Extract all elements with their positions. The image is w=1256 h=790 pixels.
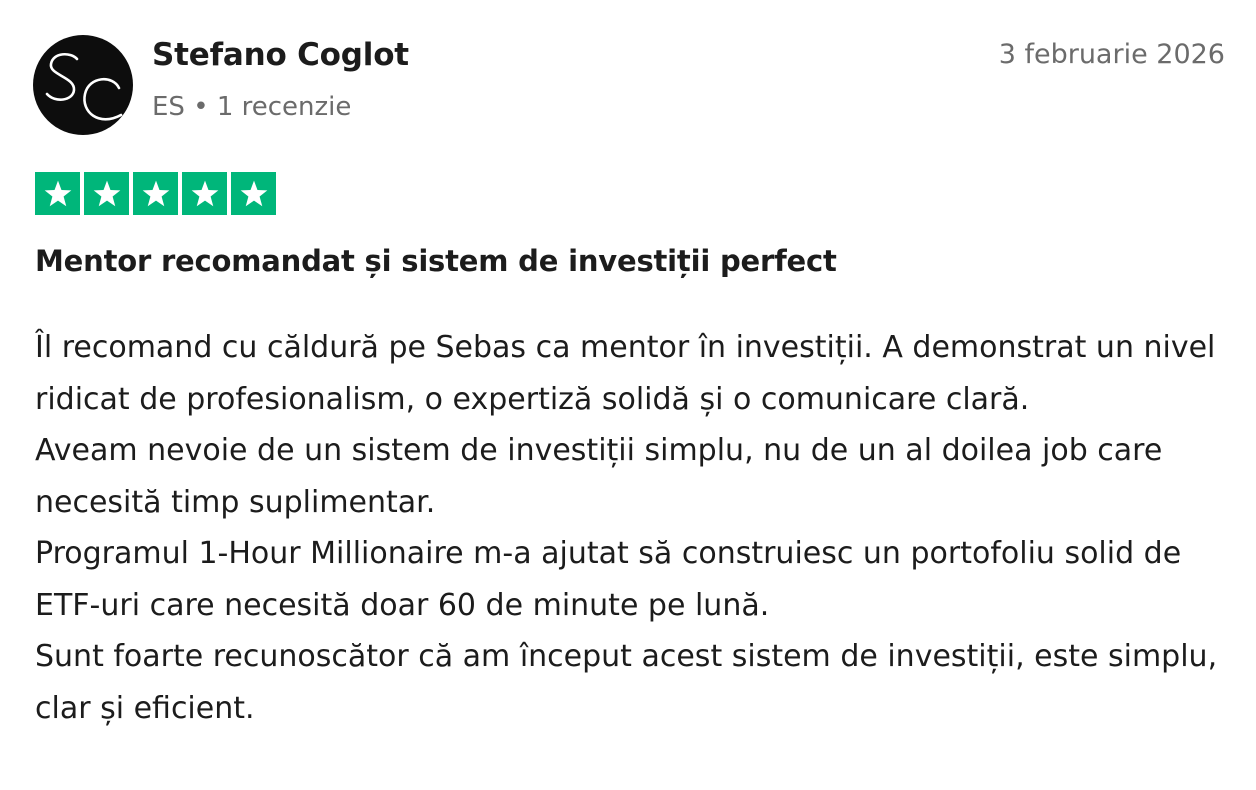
review-date: 3 februarie 2026 (998, 39, 1225, 70)
review-paragraph: Sunt foarte recunoscător că am început a… (35, 639, 1218, 726)
reviewer-country: ES (152, 92, 185, 122)
reviewer-name[interactable]: Stefano Coglot (152, 37, 409, 73)
star-rating (35, 172, 276, 215)
review-paragraph: Aveam nevoie de un sistem de investiții … (35, 433, 1163, 520)
star-icon (182, 172, 227, 215)
reviewer-meta: ES • 1 recenzie (152, 92, 351, 122)
star-icon (133, 172, 178, 215)
review-title: Mentor recomandat și sistem de investiți… (35, 244, 837, 278)
review-paragraph: Îl recomand cu căldură pe Sebas ca mento… (35, 330, 1216, 417)
star-icon (231, 172, 276, 215)
review-count: 1 recenzie (216, 92, 352, 122)
star-icon (84, 172, 129, 215)
avatar[interactable] (33, 35, 133, 135)
meta-separator: • (193, 92, 209, 122)
review-paragraph: Programul 1-Hour Millionaire m-a ajutat … (35, 536, 1182, 623)
monogram-logo (45, 53, 123, 121)
star-icon (35, 172, 80, 215)
review-body: Îl recomand cu căldură pe Sebas ca mento… (35, 322, 1225, 734)
